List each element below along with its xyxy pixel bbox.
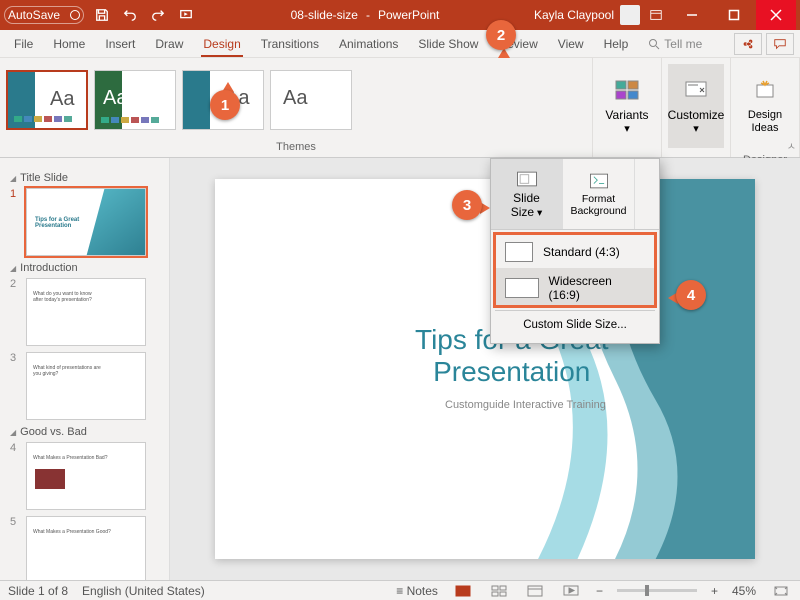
zoom-in[interactable]: +	[711, 584, 718, 598]
callout-4: 4	[676, 280, 706, 310]
fit-to-window-icon[interactable]	[770, 583, 792, 599]
slide[interactable]: Tips for a Great Presentation Customguid…	[215, 179, 755, 559]
user-name: Kayla Claypool	[534, 8, 614, 22]
ribbon-tabs: File Home Insert Draw Design Transitions…	[0, 30, 800, 58]
close-button[interactable]	[756, 0, 796, 30]
variants-button[interactable]: Variants▾	[599, 64, 655, 148]
theme-thumbnail[interactable]: Aa	[94, 70, 176, 130]
customize-button[interactable]: Customize▾	[668, 64, 724, 148]
collapse-ribbon-icon[interactable]: ㅅ	[787, 138, 796, 153]
zoom-level[interactable]: 45%	[732, 584, 756, 598]
normal-view-icon[interactable]	[452, 583, 474, 599]
document-name: 08-slide-size	[291, 8, 358, 22]
theme-thumbnail[interactable]: Aa	[6, 70, 88, 130]
tab-animations[interactable]: Animations	[329, 30, 408, 57]
comments-button[interactable]	[766, 33, 794, 55]
user-avatar[interactable]	[620, 5, 640, 25]
callout-2: 2	[486, 20, 516, 50]
section-header[interactable]: Introduction	[10, 262, 159, 274]
tab-slideshow[interactable]: Slide Show	[408, 30, 488, 57]
slide-thumbnail-panel[interactable]: Title Slide 1Tips for a GreatPresentatio…	[0, 158, 170, 580]
save-icon[interactable]	[92, 3, 112, 27]
tab-draw[interactable]: Draw	[145, 30, 193, 57]
slide-canvas-area[interactable]: Tips for a Great Presentation Customguid…	[170, 158, 800, 580]
autosave-knob-off	[70, 10, 80, 20]
tell-me-search[interactable]: Tell me	[638, 30, 712, 57]
customize-dropdown: Slide Size ▾ Format Background Standard …	[490, 158, 660, 344]
design-ideas-button[interactable]: Design Ideas	[737, 64, 793, 148]
section-header[interactable]: Title Slide	[10, 172, 159, 184]
zoom-out[interactable]: −	[596, 584, 603, 598]
share-button[interactable]	[734, 33, 762, 55]
autosave-toggle[interactable]: AutoSave	[4, 6, 84, 24]
aspect-4-3-icon	[505, 242, 533, 262]
slide-thumbnail[interactable]: What kind of presentations areyou giving…	[26, 352, 146, 420]
section-header[interactable]: Good vs. Bad	[10, 426, 159, 438]
format-background-button[interactable]: Format Background	[563, 159, 635, 229]
slide-subtitle-text[interactable]: Customguide Interactive Training	[445, 399, 606, 411]
notes-toggle[interactable]: ≡ Notes	[396, 584, 438, 598]
custom-slide-size[interactable]: Custom Slide Size...	[495, 313, 655, 337]
workspace: Title Slide 1Tips for a GreatPresentatio…	[0, 158, 800, 580]
tab-design[interactable]: Design	[193, 30, 250, 57]
slide-counter[interactable]: Slide 1 of 8	[8, 584, 68, 598]
tab-help[interactable]: Help	[594, 30, 639, 57]
tab-view[interactable]: View	[548, 30, 594, 57]
minimize-button[interactable]	[672, 0, 712, 30]
title-bar: AutoSave 08-slide-size - PowerPoint Kayl…	[0, 0, 800, 30]
theme-thumbnail[interactable]: Aa	[270, 70, 352, 130]
start-from-beginning-icon[interactable]	[176, 3, 196, 27]
tab-file[interactable]: File	[4, 30, 43, 57]
slide-thumbnail[interactable]: What Makes a Presentation Bad?	[26, 442, 146, 510]
slide-thumbnail[interactable]: What do you want to knowafter today's pr…	[26, 278, 146, 346]
tab-insert[interactable]: Insert	[95, 30, 145, 57]
slide-sorter-view-icon[interactable]	[488, 583, 510, 599]
aspect-16-9-icon	[505, 278, 539, 298]
ribbon-design: Aa Aa Aa Aa Themes Variants▾ Customize▾	[0, 58, 800, 158]
slide-size-widescreen[interactable]: Widescreen (16:9)	[495, 268, 655, 308]
ribbon-group-themes: Themes	[0, 141, 592, 157]
undo-icon[interactable]	[120, 3, 140, 27]
tab-home[interactable]: Home	[43, 30, 95, 57]
slide-size-standard[interactable]: Standard (4:3)	[495, 236, 655, 268]
language-indicator[interactable]: English (United States)	[82, 584, 205, 598]
autosave-label: AutoSave	[8, 8, 60, 22]
callout-1: 1	[210, 90, 240, 120]
maximize-button[interactable]	[714, 0, 754, 30]
callout-3: 3	[452, 190, 482, 220]
slideshow-view-icon[interactable]	[560, 583, 582, 599]
app-name: PowerPoint	[378, 8, 439, 22]
tab-transitions[interactable]: Transitions	[251, 30, 329, 57]
reading-view-icon[interactable]	[524, 583, 546, 599]
zoom-slider[interactable]	[617, 589, 697, 592]
slide-thumbnail[interactable]: What Makes a Presentation Good?	[26, 516, 146, 580]
slide-size-button[interactable]: Slide Size ▾	[491, 159, 563, 229]
redo-icon[interactable]	[148, 3, 168, 27]
slide-thumbnail[interactable]: Tips for a GreatPresentation	[26, 188, 146, 256]
status-bar: Slide 1 of 8 English (United States) ≡ N…	[0, 580, 800, 600]
ribbon-display-options-icon[interactable]	[642, 3, 670, 27]
